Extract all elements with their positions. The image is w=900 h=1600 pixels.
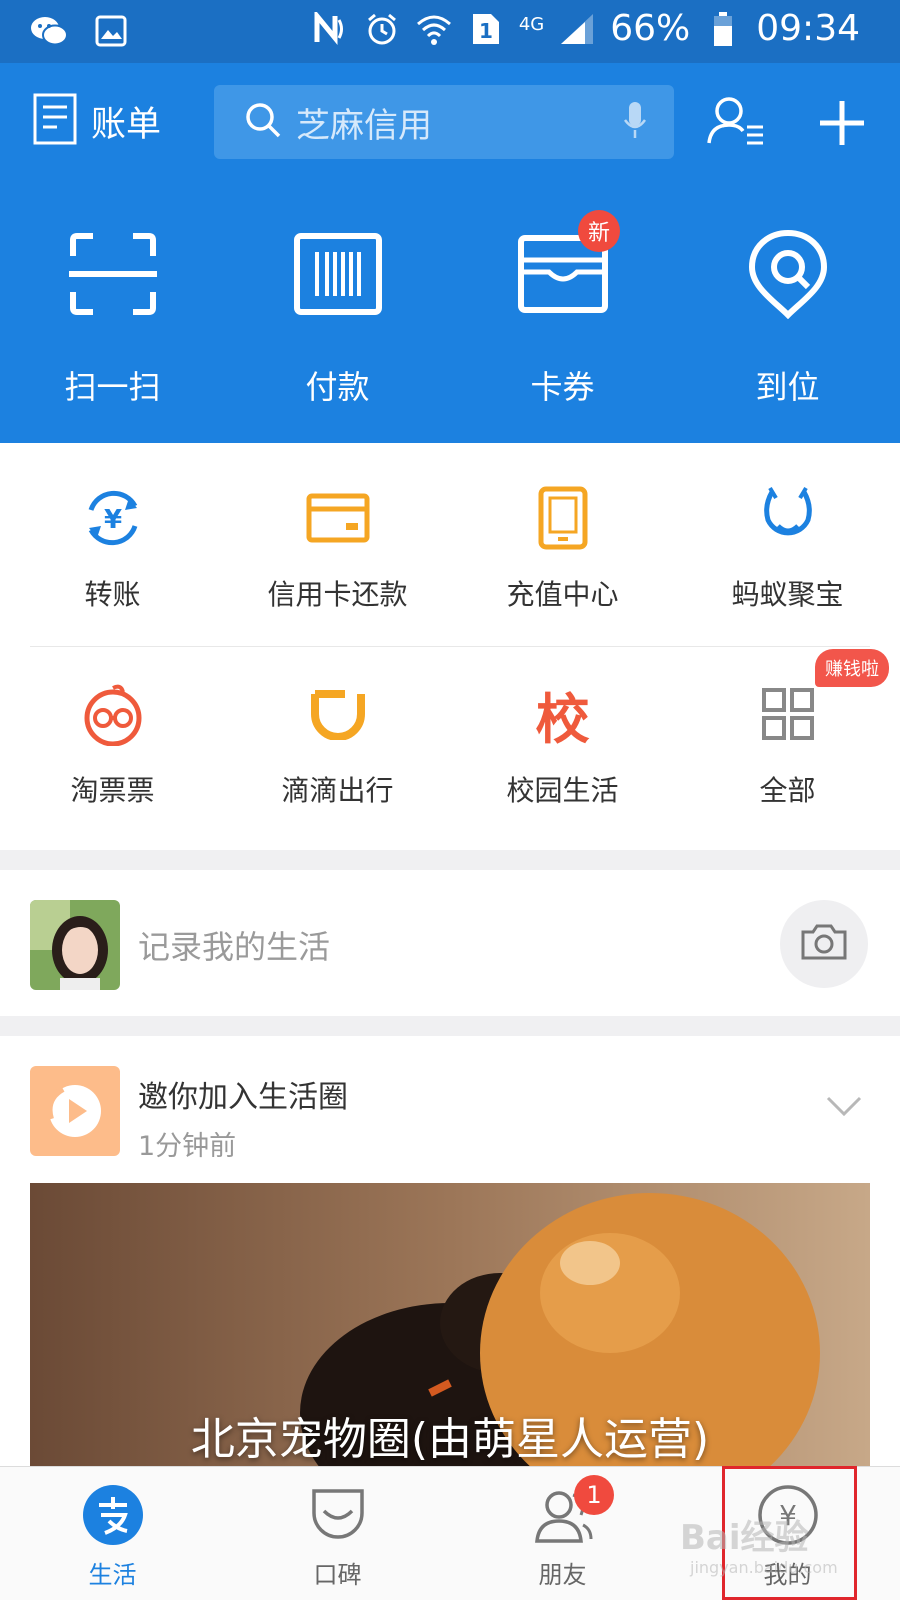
svg-text:¥: ¥: [103, 505, 121, 535]
grid-all-icon: [753, 679, 823, 749]
quick-arrive-label: 到位: [755, 368, 820, 406]
service-transfer-label: 转账: [84, 578, 141, 611]
quick-arrive[interactable]: 到位: [675, 226, 900, 408]
svg-text:1: 1: [479, 19, 493, 43]
tab-life-label: 生活: [88, 1561, 137, 1589]
gallery-icon: [92, 12, 130, 50]
service-all-label: 全部: [759, 774, 816, 807]
bill-label: 账单: [91, 104, 162, 145]
quick-cards[interactable]: 新 卡券: [450, 210, 675, 408]
scan-icon: [65, 226, 161, 322]
search-icon: [244, 101, 282, 143]
feed-title[interactable]: 邀你加入生活圈: [138, 1072, 348, 1116]
search-placeholder: 芝麻信用: [296, 105, 432, 146]
transfer-icon: ¥: [78, 483, 148, 553]
quick-actions: 扫一扫 付款 新 卡券 到位: [0, 210, 900, 408]
friends-badge: 1: [574, 1475, 614, 1515]
video-play-icon[interactable]: [30, 1066, 120, 1156]
koubei-icon: [306, 1483, 370, 1547]
campus-icon: 校: [535, 687, 590, 751]
clock: 09:34: [756, 8, 860, 49]
battery-icon: [704, 10, 742, 48]
services-row-1: ¥ 转账 信用卡还款 充值中心 蚂蚁聚宝: [0, 483, 900, 613]
barcode-icon: [290, 226, 386, 322]
svg-text:¥: ¥: [779, 1499, 797, 1532]
services-grid: ¥ 转账 信用卡还款 充值中心 蚂蚁聚宝 淘票票 滴滴出行 校 校园生活 赚钱啦…: [0, 443, 900, 850]
tab-friends[interactable]: 1 朋友: [450, 1467, 675, 1600]
ant-fortune-icon: [753, 483, 823, 553]
service-campus[interactable]: 校 校园生活: [450, 679, 675, 809]
service-credit-card[interactable]: 信用卡还款: [225, 483, 450, 613]
didi-icon: [303, 679, 373, 749]
tab-life[interactable]: 生活: [0, 1467, 225, 1600]
service-taopiaopiao-label: 淘票票: [70, 774, 155, 807]
search-bar[interactable]: 芝麻信用: [214, 85, 674, 159]
nfc-icon: [311, 10, 349, 48]
service-credit-card-label: 信用卡还款: [267, 578, 408, 611]
feed-caption: 北京宠物圈(由萌星人运营): [190, 1414, 710, 1465]
sim-icon: 1: [467, 10, 505, 48]
credit-card-icon: [303, 483, 373, 553]
new-badge: 新: [578, 210, 620, 252]
camera-button[interactable]: [780, 900, 868, 988]
status-bar: 1 4G 66% 09:34: [0, 0, 900, 63]
contacts-button[interactable]: [707, 95, 767, 151]
wallet-yuan-icon: ¥: [756, 1483, 820, 1547]
quick-pay[interactable]: 付款: [225, 226, 450, 408]
service-ant-fortune[interactable]: 蚂蚁聚宝: [675, 483, 900, 613]
taopiaopiao-icon: [78, 679, 148, 749]
service-all[interactable]: 赚钱啦 全部: [675, 649, 900, 809]
battery-percent: 66%: [610, 8, 691, 49]
location-pin-icon: [740, 226, 836, 322]
service-recharge-label: 充值中心: [506, 578, 619, 611]
service-transfer[interactable]: ¥ 转账: [0, 483, 225, 613]
plus-icon: [818, 101, 866, 151]
service-didi-label: 滴滴出行: [281, 774, 394, 807]
earn-badge: 赚钱啦: [815, 649, 889, 687]
signal-icon: [558, 10, 596, 48]
service-recharge[interactable]: 充值中心: [450, 483, 675, 613]
alipay-icon: [81, 1483, 145, 1547]
wechat-icon: [30, 12, 68, 50]
phone-recharge-icon: [528, 483, 598, 553]
network-type: 4G: [518, 14, 545, 35]
service-ant-fortune-label: 蚂蚁聚宝: [731, 578, 844, 611]
chevron-down-icon[interactable]: [826, 1096, 862, 1120]
tab-koubei[interactable]: 口碑: [225, 1467, 450, 1600]
bill-icon: [33, 93, 77, 149]
quick-scan-label: 扫一扫: [64, 368, 161, 406]
post-box: 记录我的生活: [0, 870, 900, 1016]
service-campus-label: 校园生活: [506, 774, 619, 807]
contacts-icon: [707, 97, 767, 151]
mic-icon[interactable]: [622, 100, 648, 144]
grid-divider: [30, 646, 870, 647]
alarm-icon: [363, 10, 401, 48]
tab-koubei-label: 口碑: [313, 1561, 362, 1589]
service-taopiaopiao[interactable]: 淘票票: [0, 679, 225, 809]
service-didi[interactable]: 滴滴出行: [225, 679, 450, 809]
quick-scan[interactable]: 扫一扫: [0, 226, 225, 408]
wifi-icon: [415, 10, 453, 48]
avatar[interactable]: [30, 900, 120, 990]
services-row-2: 淘票票 滴滴出行 校 校园生活 赚钱啦 全部: [0, 649, 900, 809]
feed-card: 邀你加入生活圈 1分钟前 北京宠物圈(由萌星人运营): [0, 1036, 900, 1473]
quick-cards-label: 卡券: [530, 368, 595, 406]
post-input[interactable]: 记录我的生活: [138, 922, 330, 968]
tab-friends-label: 朋友: [538, 1561, 587, 1589]
camera-icon: [799, 922, 849, 966]
tab-mine[interactable]: ¥ 我的: [675, 1467, 900, 1600]
feed-time: 1分钟前: [138, 1131, 237, 1162]
bill-button[interactable]: 账单: [33, 93, 161, 149]
add-button[interactable]: [818, 99, 866, 151]
bottom-tab-bar: 生活 口碑 1 朋友 ¥ 我的: [0, 1466, 900, 1600]
quick-pay-label: 付款: [305, 368, 370, 406]
app-header: 账单 芝麻信用 扫一扫 付款 新 卡券 到位: [0, 63, 900, 443]
tab-mine-label: 我的: [763, 1561, 812, 1589]
feed-image[interactable]: 北京宠物圈(由萌星人运营): [30, 1183, 870, 1473]
